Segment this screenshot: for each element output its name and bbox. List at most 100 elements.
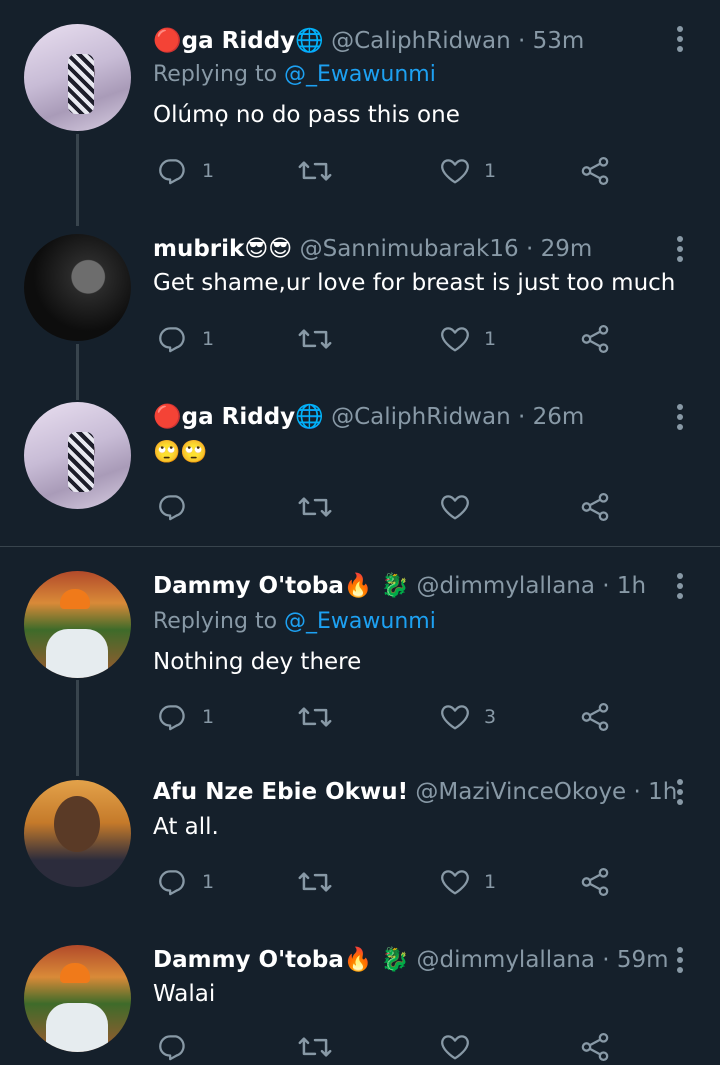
retweet-icon [298, 329, 332, 349]
author-handle[interactable]: @dimmylallana [417, 573, 595, 599]
tweet-text: 🙄🙄 [153, 440, 208, 465]
tweet-text: At all. [153, 814, 219, 840]
retweet-icon [298, 161, 332, 181]
more-vertical-icon[interactable] [671, 777, 689, 807]
reply-button[interactable]: 1 [156, 864, 214, 900]
tweet-actions: 1 3 [0, 699, 720, 735]
author-name[interactable]: 🔴ga Riddy🌐 [153, 28, 324, 54]
reply-icon [159, 495, 185, 521]
mention-link[interactable]: @_Ewawunmi [284, 62, 436, 87]
reply-button[interactable] [156, 1029, 202, 1065]
avatar[interactable] [24, 24, 131, 131]
share-icon [581, 324, 609, 354]
retweet-button[interactable] [297, 321, 345, 357]
share-button[interactable] [578, 864, 612, 900]
reply-button[interactable]: 1 [156, 699, 214, 735]
like-count: 1 [484, 328, 497, 350]
author-name[interactable]: Dammy O'toba🔥 🐉 [153, 947, 409, 973]
reply-button[interactable]: 1 [156, 153, 214, 189]
reply-icon [159, 327, 185, 353]
share-button[interactable] [578, 489, 612, 525]
reply-button[interactable] [156, 489, 202, 525]
tweet[interactable]: 🔴ga Riddy🌐 @CaliphRidwan · 53m Replying … [0, 0, 720, 210]
heart-icon [441, 705, 469, 730]
more-vertical-icon[interactable] [671, 945, 689, 975]
retweet-button[interactable] [297, 489, 345, 525]
reply-count: 1 [202, 328, 215, 350]
tweet-actions [0, 489, 720, 525]
share-button[interactable] [578, 1029, 612, 1065]
tweet[interactable]: mubrik😎😎 @Sannimubarak16 · 29m Get shame… [0, 210, 720, 380]
tweet[interactable]: Afu Nze Ebie Okwu! @MaziVinceOkoye · 1h … [0, 756, 720, 928]
retweet-button[interactable] [297, 699, 345, 735]
heart-icon [441, 870, 469, 895]
share-icon [581, 156, 609, 186]
like-button[interactable] [438, 1029, 484, 1065]
replying-label: Replying to [153, 62, 278, 87]
reply-count: 1 [202, 160, 215, 182]
share-button[interactable] [578, 321, 612, 357]
share-icon [581, 1032, 609, 1062]
author-handle[interactable]: @CaliphRidwan [331, 28, 511, 54]
tweet-actions: 1 1 [0, 153, 720, 189]
reply-count: 1 [202, 706, 215, 728]
retweet-button[interactable] [297, 1029, 345, 1065]
author-name[interactable]: 🔴ga Riddy🌐 [153, 404, 324, 430]
tweet[interactable]: 🔴ga Riddy🌐 @CaliphRidwan · 26m 🙄🙄 [0, 378, 720, 546]
heart-icon [441, 327, 469, 352]
retweet-icon [298, 872, 332, 892]
like-count: 1 [484, 871, 497, 893]
tweet-text: Walai [153, 981, 216, 1007]
more-vertical-icon[interactable] [671, 402, 689, 432]
tweet-text: Olúmọ no do pass this one [153, 102, 460, 128]
author-name[interactable]: Afu Nze Ebie Okwu! [153, 779, 408, 805]
reply-count: 1 [202, 871, 215, 893]
retweet-button[interactable] [297, 153, 345, 189]
share-button[interactable] [578, 153, 612, 189]
like-button[interactable]: 1 [438, 321, 496, 357]
retweet-icon [298, 707, 332, 727]
like-count: 1 [484, 160, 497, 182]
tweet[interactable]: Dammy O'toba🔥 🐉 @dimmylallana · 1h Reply… [0, 547, 720, 760]
author-handle[interactable]: @CaliphRidwan [331, 404, 511, 430]
share-icon [581, 492, 609, 522]
like-button[interactable]: 1 [438, 864, 496, 900]
tweet-actions: 1 1 [0, 864, 720, 900]
replying-label: Replying to [153, 609, 278, 634]
author-name[interactable]: mubrik😎😎 [153, 236, 292, 262]
author-handle[interactable]: @MaziVinceOkoye [415, 779, 626, 805]
author-handle[interactable]: @Sannimubarak16 [300, 236, 519, 262]
retweet-icon [298, 1037, 332, 1057]
more-vertical-icon[interactable] [671, 24, 689, 54]
author-name[interactable]: Dammy O'toba🔥 🐉 [153, 573, 409, 599]
retweet-button[interactable] [297, 864, 345, 900]
tweet[interactable]: Dammy O'toba🔥 🐉 @dimmylallana · 59m Wala… [0, 921, 720, 1062]
tweet-time: · 59m [602, 947, 669, 973]
author-handle[interactable]: @dimmylallana [417, 947, 595, 973]
more-vertical-icon[interactable] [671, 234, 689, 264]
tweet-time: · 1h [602, 573, 647, 599]
share-icon [581, 867, 609, 897]
more-vertical-icon[interactable] [671, 571, 689, 601]
like-button[interactable]: 3 [438, 699, 496, 735]
reply-icon [159, 870, 185, 896]
tweet-time: · 29m [525, 236, 593, 262]
reply-button[interactable]: 1 [156, 321, 214, 357]
heart-icon [441, 1035, 469, 1060]
heart-icon [441, 495, 469, 520]
mention-link[interactable]: @_Ewawunmi [284, 609, 436, 634]
like-button[interactable] [438, 489, 484, 525]
replying-to: Replying to @_Ewawunmi [153, 607, 436, 637]
avatar[interactable] [24, 571, 131, 678]
replying-to: Replying to @_Ewawunmi [153, 60, 436, 90]
share-icon [581, 702, 609, 732]
tweet-text: Get shame,ur love for breast is just too… [153, 270, 676, 296]
like-button[interactable]: 1 [438, 153, 496, 189]
reply-icon [159, 1035, 185, 1061]
tweet-actions: 1 1 [0, 321, 720, 357]
reply-icon [159, 705, 185, 731]
tweet-time: · 53m [518, 28, 585, 54]
share-button[interactable] [578, 699, 612, 735]
reply-icon [159, 159, 185, 185]
heart-icon [441, 159, 469, 184]
